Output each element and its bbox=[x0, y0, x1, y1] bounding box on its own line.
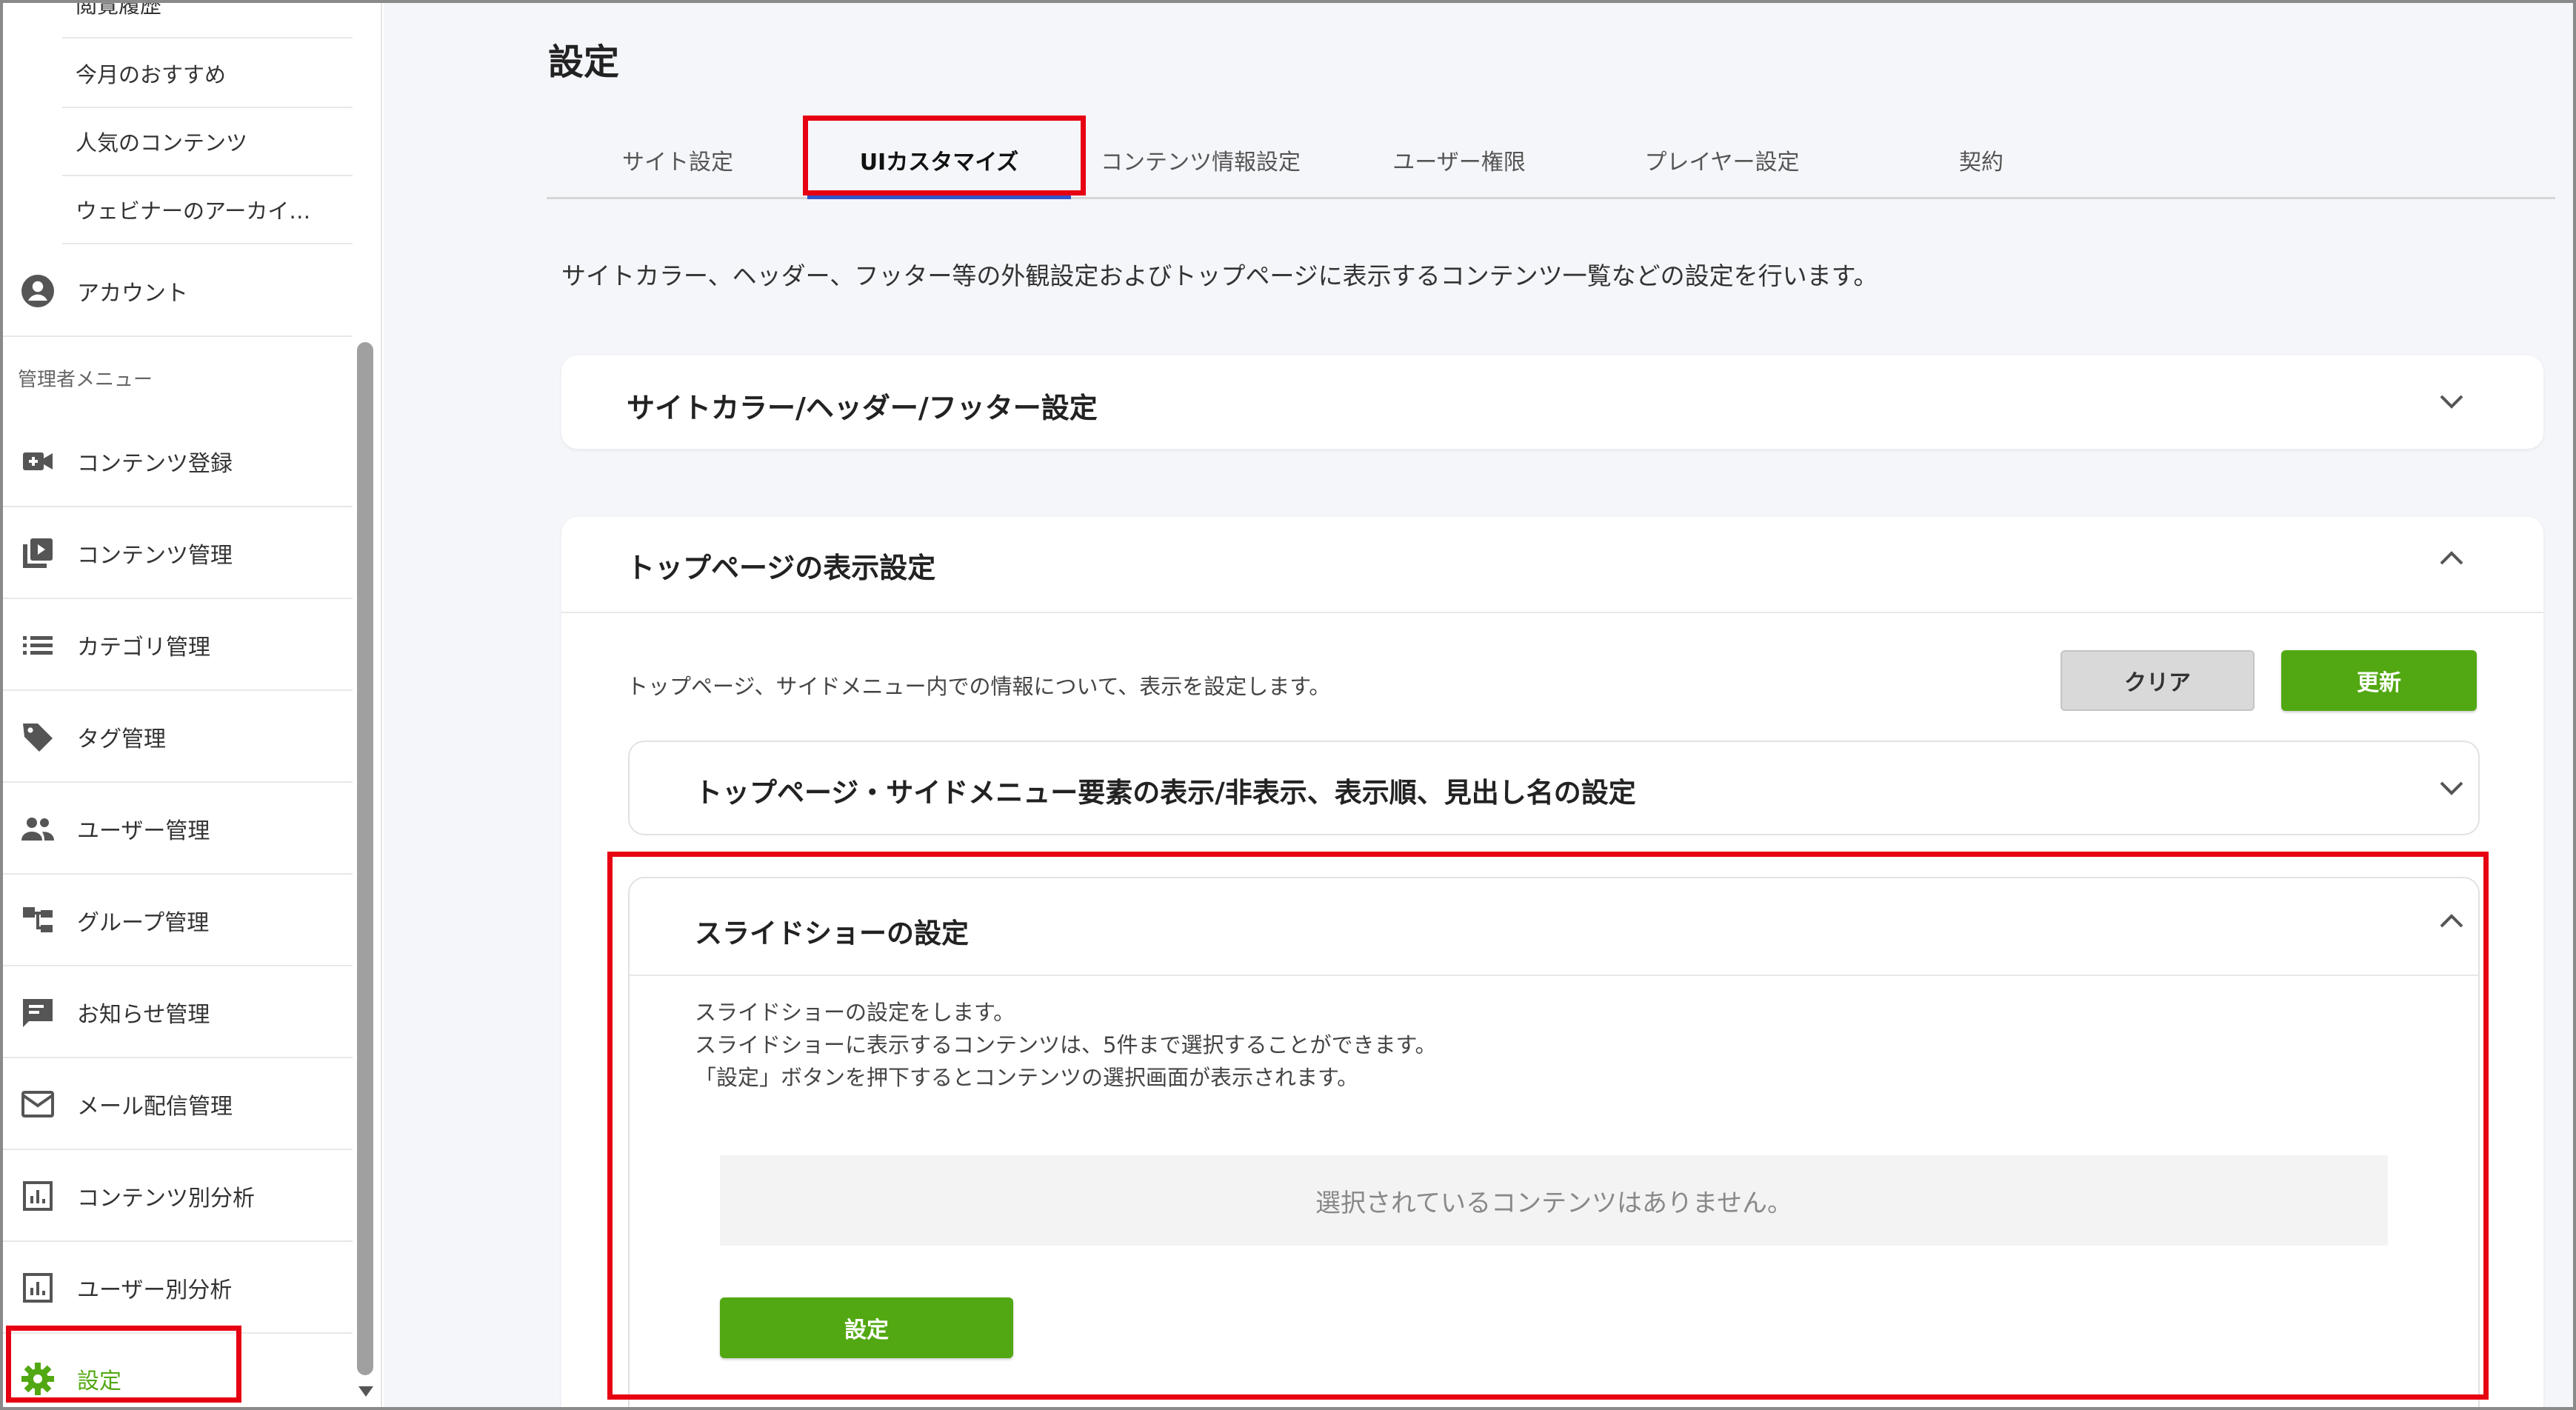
tag-icon bbox=[19, 718, 56, 755]
highlight-box-ui-tab bbox=[803, 116, 1086, 196]
announcement-icon bbox=[19, 994, 56, 1031]
page-title: 設定 bbox=[548, 41, 620, 83]
section-title: サイトカラー/ヘッダー/フッター設定 bbox=[627, 392, 1098, 424]
account-icon bbox=[19, 273, 56, 310]
scroll-down-arrow-icon[interactable] bbox=[358, 1386, 373, 1397]
tab-site-settings[interactable]: サイト設定 bbox=[593, 130, 763, 190]
sidebar-item-label: コンテンツ登録 bbox=[77, 450, 233, 477]
sidebar-item-label: グループ管理 bbox=[77, 909, 210, 936]
sidebar: 閲覧履歴 今月のおすすめ 人気のコンテンツ ウェビナーのアーカイ… アカウント … bbox=[0, 0, 382, 1410]
video-add-icon bbox=[19, 443, 56, 480]
sidebar-item-monthly-recommend[interactable]: 今月のおすすめ bbox=[62, 40, 353, 108]
tab-content-info-settings[interactable]: コンテンツ情報設定 bbox=[1093, 130, 1308, 190]
sidebar-item-webinar-archive[interactable]: ウェビナーのアーカイ… bbox=[62, 176, 353, 244]
sidebar-item-user-manage[interactable]: ユーザー管理 bbox=[0, 783, 353, 875]
sidebar-item-label: ユーザー別分析 bbox=[77, 1277, 233, 1303]
hierarchy-icon bbox=[19, 902, 56, 939]
analytics-icon bbox=[19, 1269, 56, 1306]
sidebar-item-popular[interactable]: 人気のコンテンツ bbox=[62, 108, 353, 176]
sidebar-item-content-manage[interactable]: コンテンツ管理 bbox=[0, 508, 353, 599]
sidebar-item-account[interactable]: アカウント bbox=[0, 246, 353, 337]
sidebar-item-history[interactable]: 閲覧履歴 bbox=[62, 0, 353, 39]
sidebar-item-label: タグ管理 bbox=[77, 726, 166, 752]
highlight-box-settings bbox=[6, 1326, 241, 1403]
analytics-icon bbox=[19, 1177, 56, 1214]
sidebar-item-mail-manage[interactable]: メール配信管理 bbox=[0, 1059, 353, 1150]
sidebar-item-label: 人気のコンテンツ bbox=[76, 130, 248, 156]
mail-icon bbox=[19, 1086, 56, 1123]
sidebar-item-tag-manage[interactable]: タグ管理 bbox=[0, 692, 353, 783]
chevron-down-icon[interactable] bbox=[2437, 392, 2466, 410]
sidebar-item-content-analytics[interactable]: コンテンツ別分析 bbox=[0, 1151, 353, 1242]
chevron-up-icon[interactable] bbox=[2437, 549, 2466, 567]
sidebar-item-label: アカウント bbox=[77, 280, 188, 307]
sidebar-item-label: コンテンツ管理 bbox=[77, 542, 233, 569]
chevron-down-icon[interactable] bbox=[2437, 779, 2466, 797]
video-library-icon bbox=[19, 535, 56, 572]
sidebar-item-label: ウェビナーのアーカイ… bbox=[76, 198, 311, 224]
section-description: トップページ、サイドメニュー内での情報について、表示を設定します。 bbox=[627, 674, 1331, 699]
section-title: トップページの表示設定 bbox=[627, 552, 936, 584]
sidebar-item-label: カテゴリ管理 bbox=[77, 634, 210, 661]
tab-contract[interactable]: 契約 bbox=[1926, 130, 2037, 190]
sidebar-item-label: 今月のおすすめ bbox=[76, 62, 227, 87]
sidebar-item-label: メール配信管理 bbox=[77, 1093, 233, 1120]
highlight-box-slideshow bbox=[607, 852, 2489, 1400]
sidebar-item-label: 閲覧履歴 bbox=[76, 0, 162, 18]
subsection-top-page-elements[interactable]: トップページ・サイドメニュー要素の表示/非表示、表示順、見出し名の設定 bbox=[628, 741, 2480, 835]
page-description: サイトカラー、ヘッダー、フッター等の外観設定およびトップページに表示するコンテン… bbox=[561, 261, 1878, 290]
sidebar-scrollbar[interactable] bbox=[357, 342, 373, 1375]
sidebar-item-label: コンテンツ別分析 bbox=[77, 1185, 255, 1212]
people-icon bbox=[19, 810, 56, 847]
clear-button[interactable]: クリア bbox=[2061, 650, 2255, 711]
update-button[interactable]: 更新 bbox=[2281, 650, 2477, 711]
sidebar-item-content-register[interactable]: コンテンツ登録 bbox=[0, 416, 353, 507]
list-icon bbox=[19, 627, 56, 664]
tab-user-permissions[interactable]: ユーザー権限 bbox=[1370, 130, 1548, 190]
sidebar-item-label: ユーザー管理 bbox=[77, 818, 210, 844]
sidebar-item-notice-manage[interactable]: お知らせ管理 bbox=[0, 967, 353, 1058]
section-site-color[interactable]: サイトカラー/ヘッダー/フッター設定 bbox=[561, 355, 2543, 449]
subsection-title: トップページ・サイドメニュー要素の表示/非表示、表示順、見出し名の設定 bbox=[695, 777, 1636, 809]
admin-menu-section-label: 管理者メニュー bbox=[18, 369, 153, 391]
tab-player-settings[interactable]: プレイヤー設定 bbox=[1622, 130, 1822, 190]
sidebar-item-label: お知らせ管理 bbox=[77, 1001, 210, 1028]
section-divider bbox=[561, 612, 2543, 613]
sidebar-item-group-manage[interactable]: グループ管理 bbox=[0, 875, 353, 966]
sidebar-item-category-manage[interactable]: カテゴリ管理 bbox=[0, 600, 353, 691]
sidebar-item-user-analytics[interactable]: ユーザー別分析 bbox=[0, 1243, 353, 1334]
